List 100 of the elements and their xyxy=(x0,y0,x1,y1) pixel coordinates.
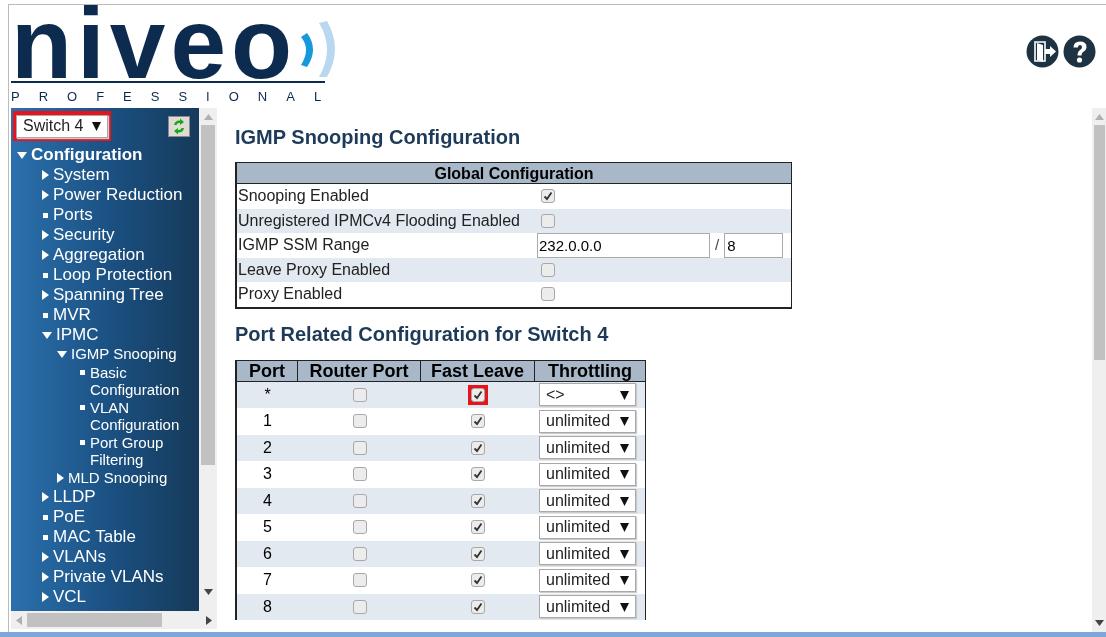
nav-item[interactable]: Configuration xyxy=(31,145,143,165)
dropdown-arrow-icon xyxy=(620,548,629,559)
setting-label: Proxy Enabled xyxy=(237,284,344,305)
nav-item[interactable]: MLD Snooping xyxy=(68,468,168,487)
nav-item[interactable]: Private VLANs xyxy=(53,567,164,587)
port-cell: 2 xyxy=(263,438,272,457)
bullet-icon xyxy=(43,212,48,218)
checkbox[interactable] xyxy=(352,599,367,614)
setting-label: IGMP SSM Range xyxy=(237,235,371,256)
port-cell: 8 xyxy=(263,597,272,616)
bullet-icon xyxy=(43,514,48,520)
bullet-icon xyxy=(43,312,48,318)
bullet-icon xyxy=(43,272,48,278)
scroll-up-icon[interactable] xyxy=(203,114,213,120)
throttling-select[interactable]: unlimited xyxy=(539,595,636,619)
checkbox[interactable] xyxy=(352,493,367,508)
nav-item[interactable]: Loop Protection xyxy=(53,265,173,285)
nav-item[interactable]: Aggregation xyxy=(53,245,145,265)
port-cell: 4 xyxy=(263,491,272,510)
throttling-select[interactable]: unlimited xyxy=(539,409,636,433)
help-icon[interactable] xyxy=(1063,35,1096,68)
nav-item[interactable]: System xyxy=(53,165,110,185)
nav-item[interactable]: VLANs xyxy=(53,547,106,567)
nav-item[interactable]: Ports xyxy=(53,205,93,225)
checkbox[interactable] xyxy=(471,440,485,455)
checkbox[interactable] xyxy=(471,387,485,402)
checkbox[interactable] xyxy=(352,440,367,455)
throttling-select[interactable]: <> xyxy=(539,383,636,407)
bullet-icon xyxy=(80,369,85,375)
nav-item[interactable]: MVR xyxy=(53,305,91,325)
nav-item[interactable]: IGMP Snooping xyxy=(71,345,177,364)
checkbox[interactable] xyxy=(471,467,485,482)
scroll-right-icon[interactable] xyxy=(206,615,212,625)
nav-item[interactable]: IPMC xyxy=(56,325,99,345)
port-cell: 5 xyxy=(263,518,272,537)
checkbox[interactable] xyxy=(352,546,367,561)
checkbox[interactable] xyxy=(471,546,485,561)
scroll-left-icon[interactable] xyxy=(16,615,22,625)
checkbox[interactable] xyxy=(471,414,485,429)
nav-item[interactable]: Port Group Filtering xyxy=(90,433,190,469)
throttling-select[interactable]: unlimited xyxy=(539,462,636,486)
nav-item[interactable]: LLDP xyxy=(53,487,96,507)
checkbox[interactable] xyxy=(352,573,367,588)
nav-item[interactable]: MAC Table xyxy=(53,527,136,547)
nav-item[interactable]: Spanning Tree xyxy=(53,285,164,305)
mask-field[interactable]: 8 xyxy=(724,232,784,258)
table-header: Global Configuration xyxy=(237,163,791,184)
checkbox[interactable] xyxy=(352,467,367,482)
throttling-select[interactable]: unlimited xyxy=(539,515,636,539)
refresh-icon[interactable] xyxy=(168,115,190,137)
caret-down-icon xyxy=(57,350,67,358)
checkbox[interactable] xyxy=(541,189,555,204)
scroll-down-icon[interactable] xyxy=(203,589,213,595)
scroll-down-icon[interactable] xyxy=(1094,620,1104,626)
section-title: Port Related Configuration for Switch 4 xyxy=(235,321,610,347)
dropdown-arrow-icon xyxy=(620,495,629,506)
nav-item[interactable]: Security xyxy=(53,225,115,245)
checkbox[interactable] xyxy=(471,493,485,508)
switch-select[interactable]: Switch 4 xyxy=(16,114,108,138)
caret-down-icon xyxy=(42,331,52,339)
checkbox[interactable] xyxy=(541,262,555,277)
column-header: Router Port xyxy=(298,360,421,381)
caret-right-icon xyxy=(57,472,64,483)
nav-item[interactable]: Basic Configuration xyxy=(90,363,190,399)
checkbox[interactable] xyxy=(471,520,485,535)
sidebar-scrollbar[interactable] xyxy=(199,108,217,611)
port-cell: 1 xyxy=(263,412,272,431)
nav-item[interactable]: VCL xyxy=(53,587,87,607)
address-field[interactable]: 232.0.0.0 xyxy=(537,232,710,258)
dropdown-arrow-icon xyxy=(620,389,629,400)
checkbox[interactable] xyxy=(352,414,367,429)
throttling-select[interactable]: unlimited xyxy=(539,489,636,513)
checkbox[interactable] xyxy=(352,520,367,535)
setting-label: Snooping Enabled xyxy=(237,186,370,207)
nav-item[interactable]: Power Reduction xyxy=(53,185,183,205)
nav-item[interactable]: PoE xyxy=(53,507,86,527)
column-header: Fast Leave xyxy=(421,360,535,381)
port-cell: 3 xyxy=(263,465,272,484)
throttling-select[interactable]: unlimited xyxy=(539,436,636,460)
checkbox[interactable] xyxy=(471,573,485,588)
caret-down-icon xyxy=(17,151,27,159)
bullet-icon xyxy=(80,404,85,410)
checkbox[interactable] xyxy=(541,213,555,228)
setting-label: Leave Proxy Enabled xyxy=(237,259,392,280)
throttling-select[interactable]: unlimited xyxy=(539,542,636,566)
nav-item[interactable]: VLAN Configuration xyxy=(90,398,190,434)
scroll-up-icon[interactable] xyxy=(1094,114,1104,120)
horizontal-scrollbar[interactable] xyxy=(11,611,217,629)
logout-icon[interactable] xyxy=(1026,35,1059,68)
throttling-select[interactable]: unlimited xyxy=(539,568,636,592)
dropdown-arrow-icon xyxy=(620,575,629,586)
checkbox[interactable] xyxy=(352,387,367,402)
logo-tagline: PROFESSIONAL xyxy=(11,89,342,104)
caret-right-icon xyxy=(42,290,49,300)
page-scrollbar[interactable] xyxy=(1092,108,1106,632)
bullet-icon xyxy=(43,534,48,540)
checkbox[interactable] xyxy=(541,287,555,302)
checkbox[interactable] xyxy=(471,599,485,614)
dropdown-arrow-icon xyxy=(620,416,629,427)
dropdown-arrow-icon xyxy=(620,601,629,612)
